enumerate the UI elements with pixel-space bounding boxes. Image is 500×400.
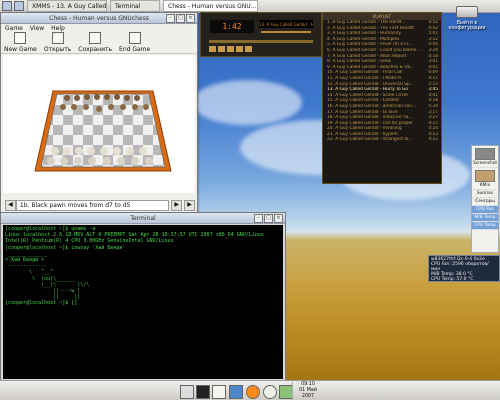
dock-screenshot[interactable]: Screenshot <box>472 146 498 168</box>
clock-date: 01 Май 2007 <box>299 388 317 399</box>
chess-window: Chess - Human versus GNUchess – □ × Game… <box>0 12 198 214</box>
save-button[interactable]: Сохранить <box>78 32 112 53</box>
dock-mb-temp[interactable]: M/B Temp <box>472 214 498 222</box>
chess-menubar: Game View Help <box>1 24 197 32</box>
help-icon[interactable] <box>263 385 277 399</box>
taskbar-tab-chess[interactable]: Chess - Human versus GNU... <box>163 0 258 12</box>
new-game-label: New Game <box>4 46 37 53</box>
terminal-window: Terminal – □ × [cooper@localhost ~]$ una… <box>0 212 286 382</box>
move-history-select[interactable]: 1b. Black pawn moves from d7 to d5 <box>15 199 170 211</box>
dock-label: KMix <box>479 183 491 188</box>
chess-toolbar: New Game Открыть Сохранить End Game <box>1 32 197 54</box>
dock-label: M/B Temp <box>474 215 496 220</box>
playlist-track-title: 22. A Guy Called Gerald - strangest di..… <box>327 137 413 143</box>
save-icon <box>89 32 102 44</box>
window-controls: – □ × <box>254 214 283 223</box>
menu-view[interactable]: View <box>30 25 44 32</box>
terminal-title: Terminal <box>130 214 156 222</box>
xmms-playlist-window: PLAYLIST 1. A Guy Called Gerald - The Ha… <box>322 12 442 184</box>
system-dock: Screenshot KMix Sunrise Сенсоры CPU Fan … <box>471 145 499 253</box>
xmms-player[interactable]: 1:42 13. A Guy Called Gerald - Hurry To … <box>200 12 322 57</box>
minimize-icon[interactable]: – <box>166 14 175 23</box>
maximize-icon[interactable]: □ <box>264 214 273 223</box>
desktop-icon-label: Выйти в конфигурации <box>448 21 486 31</box>
time-display: 1:42 <box>210 20 254 33</box>
new-game-button[interactable]: New Game <box>4 32 37 53</box>
dock-cpu-temp[interactable]: CPU Temp <box>472 222 498 230</box>
play-icon[interactable] <box>218 46 225 52</box>
clock[interactable]: 09:10 01 Май 2007 <box>292 382 323 400</box>
terminal-output[interactable]: [cooper@localhost ~]$ uname -a Linux loca… <box>3 225 283 379</box>
desktop: XMMS - 13. A Guy Called G... Terminal Ch… <box>0 0 500 400</box>
sensor-monitor: w83627thf-i2c-0-4 0x2e CPU Fan: 2596 обо… <box>428 255 500 282</box>
close-icon[interactable]: × <box>186 14 195 23</box>
drive-icon <box>456 6 478 18</box>
desktop-switch-icon[interactable] <box>14 1 24 11</box>
previous-icon[interactable] <box>209 46 216 52</box>
chess-board[interactable] <box>3 55 195 193</box>
playlist-title[interactable]: PLAYLIST <box>323 13 441 20</box>
end-arrow-icon[interactable]: ▶ <box>184 199 195 211</box>
new-icon <box>14 32 27 44</box>
terminal-icon[interactable] <box>196 385 210 399</box>
dock-label: Sunrise <box>476 191 494 196</box>
camera-icon <box>475 148 495 160</box>
playlist-row[interactable]: 22. A Guy Called Gerald - strangest di..… <box>323 137 441 143</box>
network-icon[interactable] <box>229 385 243 399</box>
maximize-icon[interactable]: □ <box>176 14 185 23</box>
chess-board-area[interactable] <box>3 55 195 193</box>
edit-icon[interactable] <box>212 385 226 399</box>
dock-sensors[interactable]: Сенсоры <box>472 198 498 206</box>
dock-sunrise[interactable]: Sunrise <box>472 190 498 198</box>
folder-icon <box>51 32 64 44</box>
open-button[interactable]: Открыть <box>44 32 71 53</box>
playlist-track-time: 4:12 <box>428 137 438 143</box>
window-controls: – □ × <box>166 14 195 23</box>
terminal-line: [cooper@localhost ~]$ [] <box>5 300 78 307</box>
menu-help[interactable]: Help <box>51 25 65 32</box>
monitor-line: CPU Temp: 57.0 °C <box>431 277 474 282</box>
taskbar-tab-terminal[interactable]: Terminal <box>110 0 160 12</box>
chat-icon[interactable] <box>279 385 293 399</box>
dock-label: Сенсоры <box>475 199 495 204</box>
minimize-icon[interactable]: – <box>254 214 263 223</box>
seek-slider[interactable] <box>209 40 313 43</box>
dock-label: CPU Fan <box>476 207 494 212</box>
terminal-titlebar[interactable]: Terminal – □ × <box>1 213 285 224</box>
save-label: Сохранить <box>78 46 113 53</box>
back-arrow-icon[interactable]: ◀ <box>5 199 16 211</box>
firefox-icon[interactable] <box>246 385 260 399</box>
home-icon[interactable] <box>180 385 194 399</box>
dock-label: CPU Temp <box>474 223 496 228</box>
dock-cpu-fan[interactable]: CPU Fan <box>472 206 498 214</box>
move-status-bar: ◀ 1b. Black pawn moves from d7 to d5 ▶ ▶ <box>3 198 195 212</box>
playlist-list[interactable]: 1. A Guy Called Gerald - The Hardt... 4:5… <box>323 20 441 143</box>
end-icon <box>128 32 141 44</box>
dock-kmix[interactable]: KMix <box>472 168 498 190</box>
chess-titlebar[interactable]: Chess - Human versus GNUchess – □ × <box>1 13 197 24</box>
stop-icon[interactable] <box>236 46 243 52</box>
open-label: Открыть <box>43 46 72 53</box>
taskbar-tab-xmms[interactable]: XMMS - 13. A Guy Called G... <box>27 0 107 12</box>
desktop-icon-drive[interactable]: Выйти в конфигурации <box>447 6 487 31</box>
volume-slider[interactable] <box>261 31 311 33</box>
end-game-label: End Game <box>119 46 151 53</box>
end-game-button[interactable]: End Game <box>119 32 150 53</box>
mixer-icon <box>475 170 495 182</box>
monitor-line: CPU Fan: 2596 оборотов/мин <box>431 262 489 272</box>
app-menu-icon[interactable] <box>2 1 12 11</box>
menu-game[interactable]: Game <box>5 25 23 32</box>
dock-label: Screenshot <box>472 161 498 166</box>
bottom-taskbar: 09:10 01 Май 2007 <box>0 380 500 400</box>
cloud <box>192 80 302 125</box>
chess-title: Chess - Human versus GNUchess <box>49 14 149 22</box>
pause-icon[interactable] <box>227 46 234 52</box>
next-icon[interactable] <box>245 46 252 52</box>
song-marquee: 13. A Guy Called Gerald - Hurry To Go (3… <box>259 20 313 28</box>
forward-arrow-icon[interactable]: ▶ <box>171 199 183 211</box>
close-icon[interactable]: × <box>274 214 283 223</box>
